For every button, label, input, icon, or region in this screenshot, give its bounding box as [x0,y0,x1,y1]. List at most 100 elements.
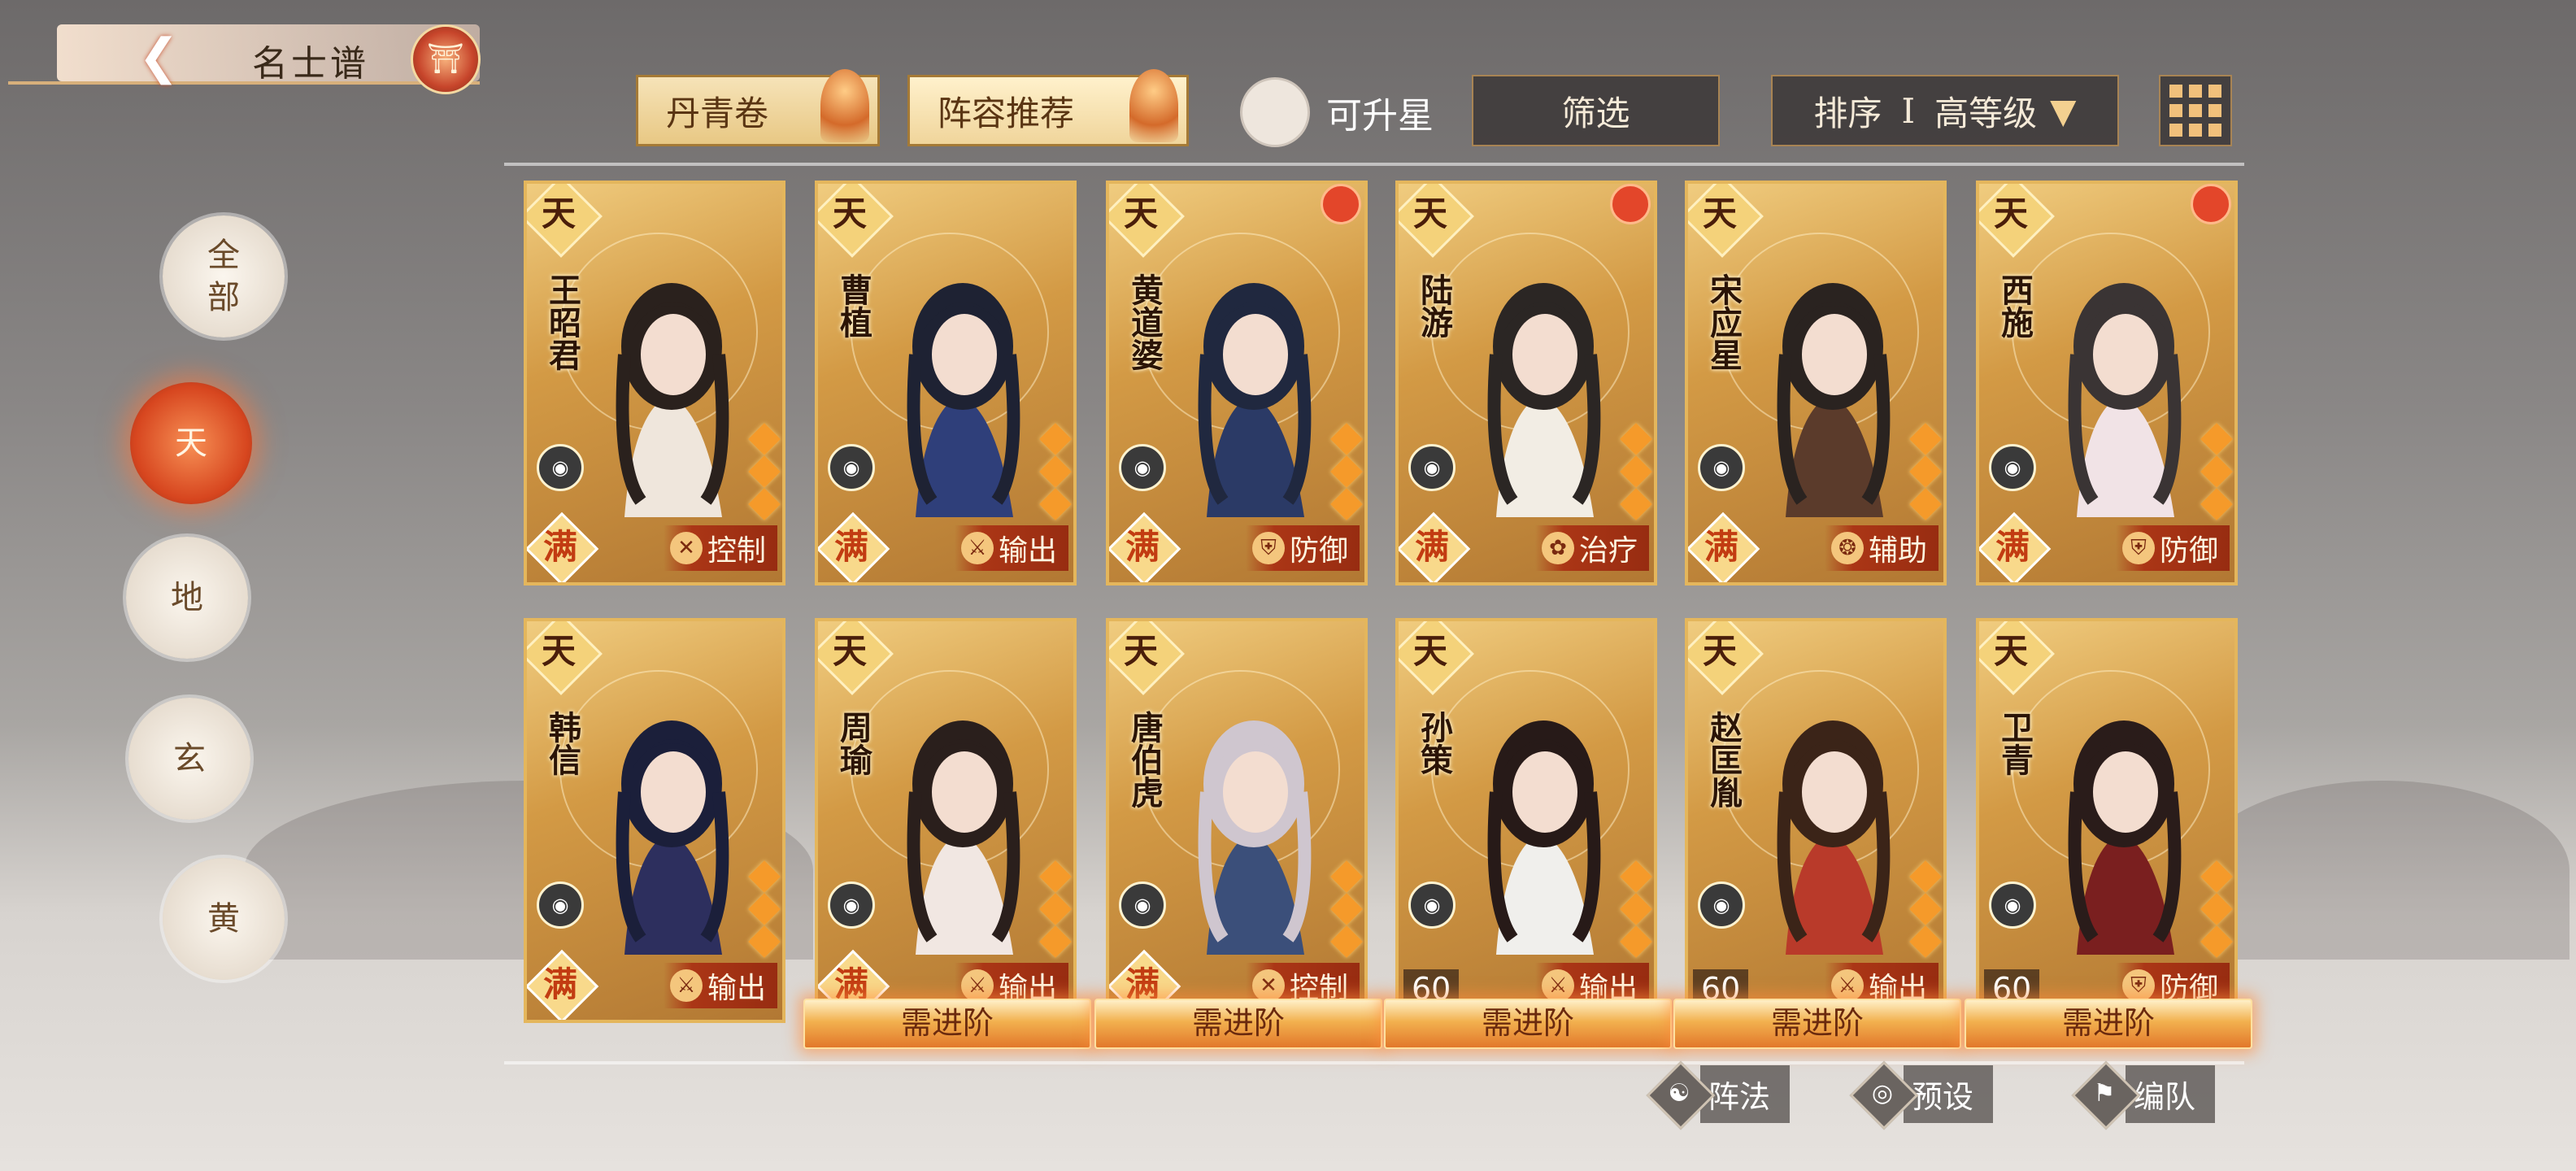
category-all[interactable]: 全 部 [163,215,285,337]
category-di[interactable]: 地 [126,537,248,659]
lotus-icon [820,69,869,142]
sword-icon: ⚔ [960,532,994,564]
star-column [1330,423,1363,520]
hero-portrait [1198,283,1312,517]
hero-portrait [2068,283,2182,517]
max-star-badge: 满 [1979,511,2052,582]
formation-icon: ☯ [1646,1060,1716,1130]
star-column [1330,860,1363,958]
category-tian[interactable]: 天 [130,382,252,504]
notification-dot [2191,184,2231,224]
max-star-label: 满 [1995,527,2030,567]
chevron-down-icon: ▼ [2050,90,2077,131]
faction-icon: ◉ [537,444,584,491]
role-tag: ⚔ 输出 [663,963,777,1008]
role-label: 辅助 [1868,534,1927,568]
category-xuan[interactable]: 玄 [128,698,250,820]
tier-label: 天 [541,194,576,233]
toggle-circle[interactable] [1240,77,1310,147]
filter-button[interactable]: 筛选 [1472,75,1720,146]
role-label: 控制 [707,534,766,568]
category-label: 地 [171,579,203,616]
hero-card[interactable]: 天 宋应星 ◉ 满 ❂ 辅助 [1685,181,1947,586]
team-button[interactable]: ⚑ 编队 [2071,1059,2216,1130]
role-tag: ⛨ 防御 [2115,525,2230,571]
sprout-icon: ✿ [1541,532,1574,564]
toggle-label: 可升星 [1326,95,1434,137]
hero-card[interactable]: 天 唐伯虎 ◉ 满 ✕ 控制 [1106,618,1368,1023]
hero-card[interactable]: 天 西施 ◉ 满 ⛨ 防御 [1976,181,2238,586]
star-column [1039,423,1072,520]
need-advance-bar[interactable]: 需进阶 [1965,999,2252,1049]
hero-name: 王昭君 [543,273,581,371]
hero-name: 周瑜 [834,711,872,776]
sword-icon: ⚔ [960,969,994,1002]
star-column [2200,423,2233,520]
max-star-label: 满 [833,527,868,567]
hero-card[interactable]: 天 周瑜 ◉ 满 ⚔ 输出 [815,618,1077,1023]
sort-dropdown[interactable]: 排序 I 高等级 ▼ [1771,75,2119,146]
role-tag: ✕ 控制 [663,525,777,571]
need-advance-bar[interactable]: 需进阶 [1384,999,1672,1049]
tier-label: 天 [1123,194,1158,233]
role-label: 治疗 [1578,534,1638,568]
formation-button[interactable]: ☯ 阵法 [1646,1059,1791,1130]
star-column [748,860,781,958]
notification-dot [1321,184,1361,224]
star-column [1039,860,1072,958]
back-arrow-icon[interactable]: ❮ [138,33,187,81]
figure-icon [1129,69,1178,142]
hero-card[interactable]: 天 黄道婆 ◉ 满 ⛨ 防御 [1106,181,1368,586]
role-tag: ❂ 辅助 [1824,525,1939,571]
tab-label: 阵容推荐 [938,93,1075,133]
hero-card[interactable]: 天 卫青 ◉ 60 ⛨ 防御 [1976,618,2238,1023]
need-advance-bar[interactable]: 需进阶 [1673,999,1961,1049]
hero-name: 陆游 [1415,273,1453,338]
hero-card[interactable]: 天 王昭君 ◉ 满 ✕ 控制 [524,181,785,586]
grid-view-icon[interactable] [2159,75,2232,146]
hero-name: 曹植 [834,273,872,338]
faction-icon: ◉ [1989,444,2036,491]
hero-name: 西施 [1995,273,2034,338]
max-star-badge: 满 [1688,511,1760,582]
hero-card[interactable]: 天 曹植 ◉ 满 ⚔ 输出 [815,181,1077,586]
hero-portrait [2068,720,2182,955]
faction-icon: ◉ [1989,882,2036,929]
preset-button[interactable]: ◎ 预设 [1849,1059,1994,1130]
tier-label: 天 [1412,631,1447,671]
max-star-badge: 满 [1109,511,1181,582]
tab-lineup-recommend[interactable]: 阵容推荐 [907,69,1189,146]
hero-card[interactable]: 天 孙策 ◉ 60 ⚔ 输出 [1395,618,1657,1023]
star-column [1620,860,1652,958]
shield-icon: ⛨ [1251,532,1285,564]
faction-icon: ◉ [1408,444,1456,491]
need-advance-bar[interactable]: 需进阶 [1094,999,1382,1049]
role-label: 输出 [707,972,766,1005]
hero-card[interactable]: 天 韩信 ◉ 满 ⚔ 输出 [524,618,785,1023]
role-label: 防御 [2159,534,2218,568]
filter-label: 筛选 [1561,93,1630,133]
category-label: 全 部 [207,237,240,316]
category-huang[interactable]: 黄 [163,858,285,980]
tab-label: 丹青卷 [666,93,769,133]
hero-name: 宋应星 [1704,273,1743,371]
hero-name: 赵匡胤 [1704,711,1743,808]
sort-label: 排序 [1813,93,1882,133]
hero-card[interactable]: 天 陆游 ◉ 满 ✿ 治疗 [1395,181,1657,586]
upgrade-toggle[interactable]: 可升星 [1240,77,1434,147]
category-label: 玄 [173,740,206,777]
title-bar: ❮ 名士谱 ⛩ [8,16,488,94]
hero-portrait [1777,720,1891,955]
category-label: 黄 [207,900,240,938]
hero-portrait [616,720,729,955]
tab-painting-scroll[interactable]: 丹青卷 [636,69,880,146]
max-star-badge: 满 [818,511,890,582]
role-tag: ⚔ 输出 [954,525,1068,571]
need-advance-bar[interactable]: 需进阶 [803,999,1091,1049]
hero-card[interactable]: 天 赵匡胤 ◉ 60 ⚔ 输出 [1685,618,1947,1023]
star-column [2200,860,2233,958]
faction-icon: ◉ [1698,444,1745,491]
notification-dot [1610,184,1651,224]
title-underline [8,81,480,85]
faction-icon: ◉ [1119,444,1166,491]
